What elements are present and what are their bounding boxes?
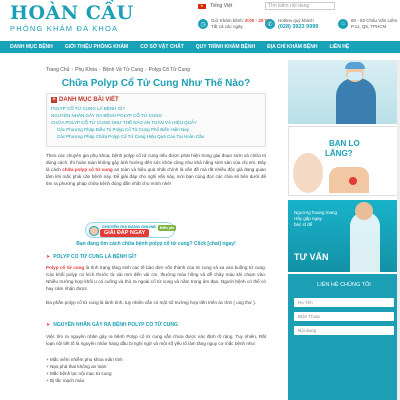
- contact-form-title: LIÊN HỆ CHÚNG TÔI: [317, 282, 371, 288]
- name-field[interactable]: Họ Tên: [294, 298, 394, 307]
- breadcrumb-home[interactable]: Trang Chủ: [46, 67, 69, 73]
- breadcrumb-current: Polyp Cổ Tử Cung: [148, 67, 190, 73]
- consult-text: Ngượng hoang mang Hãy gặp ngay bác sĩ để: [294, 210, 337, 228]
- section-1-paragraph: Polyp cổ tử cung là tình trạng tăng sinh…: [46, 264, 266, 292]
- nurse-figure: [350, 212, 380, 272]
- surgical-mask: [348, 72, 362, 80]
- toc-item[interactable]: CHỮA POLYP CỔ TỬ CUNG NHƯ THẾ NÀO AN TOÀ…: [51, 119, 261, 126]
- contact-form: LIÊN HỆ CHÚNG TÔI Họ Tên Điện Thoại Nội …: [288, 274, 400, 400]
- cause-list: + Mắc viêm nhiễm phụ khoa mãn tính + Nạo…: [46, 356, 266, 384]
- language-selector[interactable]: Tiếng Việt: [198, 3, 232, 9]
- phone-field[interactable]: Điện Thoại: [294, 312, 394, 321]
- arrow-right-icon: ➤: [46, 254, 51, 260]
- nav-item-lien-he[interactable]: LIÊN HỆ: [323, 44, 355, 50]
- main-nav: DANH MỤC BỆNH GIỚI THIỆU PHÒNG KHÁM CƠ S…: [0, 41, 400, 53]
- toc-subitem[interactable]: Các Phương Pháp Điều Trị Polyp Cổ Tử Cun…: [51, 126, 261, 133]
- consult-text-line: Hãy gặp ngay: [294, 216, 322, 221]
- surgical-cap: [345, 62, 365, 69]
- hotline-block[interactable]: ✆ Hotline quý khách (028) 3923 9999: [265, 18, 318, 30]
- breadcrumb-separator: ›: [99, 67, 101, 73]
- logo-subtitle: PHÒNG KHÁM ĐA KHOA: [10, 24, 119, 33]
- chat-prompt[interactable]: Bạn đang tìm cách chữa bệnh polyp cổ tử …: [46, 241, 266, 247]
- toc-heading[interactable]: + DANH MỤC BÀI VIẾT: [51, 97, 261, 103]
- nav-item-dia-chi[interactable]: ĐỊA CHỈ KHÁM BỆNH: [261, 44, 323, 50]
- nav-item-danh-muc-benh[interactable]: DANH MỤC BỆNH: [4, 44, 59, 50]
- consult-text-line: bác sĩ để: [294, 222, 313, 227]
- site-header: HOÀN CẦU PHÒNG KHÁM ĐA KHOA Tiếng Việt T…: [0, 0, 400, 40]
- hours-note: Tất cả các ngày: [211, 24, 243, 29]
- arrow-right-icon: ➤: [46, 322, 51, 328]
- breadcrumb-benh-tu-cung[interactable]: Bệnh Về Tử Cung: [103, 67, 143, 73]
- vietnam-flag-icon: [198, 3, 206, 9]
- nav-item-co-so-vat-chat[interactable]: CƠ SỞ VẬT CHẤT: [134, 44, 190, 50]
- nav-item-gioi-thieu[interactable]: GIỚI THIỆU PHÒNG KHÁM: [59, 44, 134, 50]
- address-block: ⌂ 80 - 82 Châu Văn Liêm P.11, Q5, TPHCM: [338, 18, 397, 30]
- search-input[interactable]: Tìm kiếm nội dung: [265, 2, 335, 10]
- section-1-paragraph-2: Đa phần polyp cổ tử cung là lành tính, t…: [46, 300, 257, 305]
- section-heading-2-label: NGUYÊN NHÂN GÂY RA BỆNH POLYP CỔ TỬ CUNG: [53, 322, 178, 328]
- doctor-banner-image[interactable]: [288, 60, 400, 124]
- list-item: + Mắc viêm nhiễm phụ khoa mãn tính: [46, 357, 123, 362]
- plus-icon: +: [51, 97, 57, 103]
- consult-title: TƯ VẤN: [294, 252, 329, 262]
- breadcrumb: Trang Chủ › Phụ Khoa › Bệnh Về Tử Cung ›…: [46, 67, 190, 73]
- hotline-number[interactable]: (028) 3923 9999: [278, 24, 318, 30]
- phone-icon: ✆: [265, 19, 275, 29]
- chat-banner[interactable]: CHUYÊN GIA ĐANG ONLINE GIẢI ĐÁP NGAY Miễ…: [85, 222, 176, 238]
- list-item: + Mắc bệnh lạc nội mạc tử cung: [46, 371, 112, 376]
- site-logo[interactable]: HOÀN CẦU PHÒNG KHÁM ĐA KHOA: [10, 3, 134, 33]
- hours-block: ◷ Giờ Khám bệnh: 8:00 - 20:00 Tất cả các…: [198, 18, 270, 30]
- section-heading-1: ➤ POLYP CỔ TỬ CUNG LÀ BỆNH GÌ?: [46, 254, 137, 260]
- toc-subitem[interactable]: Các Phương Pháp Chữa Polyp Cổ Tử Cung Hi…: [51, 133, 261, 140]
- list-item: + Bị tắc mạch máu: [46, 378, 85, 383]
- toc-heading-label: DANH MỤC BÀI VIẾT: [59, 97, 119, 103]
- toc-item[interactable]: POLYP CỔ TỬ CUNG LÀ BỆNH GÌ?: [51, 105, 261, 112]
- breadcrumb-separator: ›: [71, 67, 74, 73]
- clock-icon: ◷: [198, 19, 208, 29]
- nav-item-quy-trinh[interactable]: QUY TRÌNH KHÁM BỆNH: [190, 44, 261, 50]
- ad-question-line-2: LẮNG?: [325, 149, 353, 158]
- consultant-avatar: [89, 226, 99, 236]
- chat-now-button[interactable]: GIẢI ĐÁP NGAY: [100, 229, 150, 237]
- hotline-label: Hotline quý khách: [278, 18, 314, 23]
- intro-paragraph: Theo các chuyên gia phụ khoa, bệnh polyp…: [46, 152, 266, 187]
- doctor-figure: [336, 78, 376, 124]
- breadcrumb-phu-khoa[interactable]: Phụ Khoa: [75, 67, 97, 73]
- address-line-1: 80 - 82 Châu Văn Liêm: [351, 18, 398, 23]
- location-pin-icon: ⌂: [338, 19, 348, 29]
- toc-item[interactable]: NGUYÊN NHÂN GÂY RA BỆNH POLYP CỔ TỬ CUNG: [51, 112, 261, 119]
- list-item: + Nạo phá thai không an toàn: [46, 364, 107, 369]
- section-1-link[interactable]: Polyp cổ tử cung: [46, 265, 84, 270]
- language-label: Tiếng Việt: [210, 3, 233, 9]
- free-badge: Miễn phí: [157, 225, 176, 231]
- ad-question-line-1: BẠN LO: [329, 139, 360, 148]
- message-field[interactable]: Nội dung: [294, 326, 394, 335]
- worry-ad-banner[interactable]: BẠN LO LẮNG?: [288, 126, 400, 196]
- consult-text-line: Ngượng hoang mang: [294, 210, 337, 215]
- hours-label: Giờ Khám bệnh:: [211, 18, 244, 23]
- breadcrumb-separator: ›: [144, 67, 147, 73]
- section-heading-1-label: POLYP CỔ TỬ CUNG LÀ BỆNH GÌ?: [53, 254, 137, 260]
- table-of-contents: + DANH MỤC BÀI VIẾT POLYP CỔ TỬ CUNG LÀ …: [46, 93, 266, 147]
- intro-link[interactable]: chữa polyp cổ tử cung: [62, 167, 113, 172]
- address-line-2: P.11, Q5, TPHCM: [351, 24, 387, 29]
- section-2-paragraph: Việc tìm ra nguyên nhân gây ra bệnh Poly…: [46, 334, 266, 346]
- ad-figure: [293, 153, 323, 193]
- consult-banner[interactable]: Ngượng hoang mang Hãy gặp ngay bác sĩ để…: [288, 200, 400, 272]
- ad-red-dot: [349, 177, 357, 185]
- logo-title: HOÀN CẦU: [10, 2, 134, 24]
- article-title: Chữa Polyp Cổ Tử Cung Như Thế Nào?: [61, 78, 251, 89]
- section-heading-2: ➤ NGUYÊN NHÂN GÂY RA BỆNH POLYP CỔ TỬ CU…: [46, 322, 178, 328]
- nurse-head: [355, 202, 373, 220]
